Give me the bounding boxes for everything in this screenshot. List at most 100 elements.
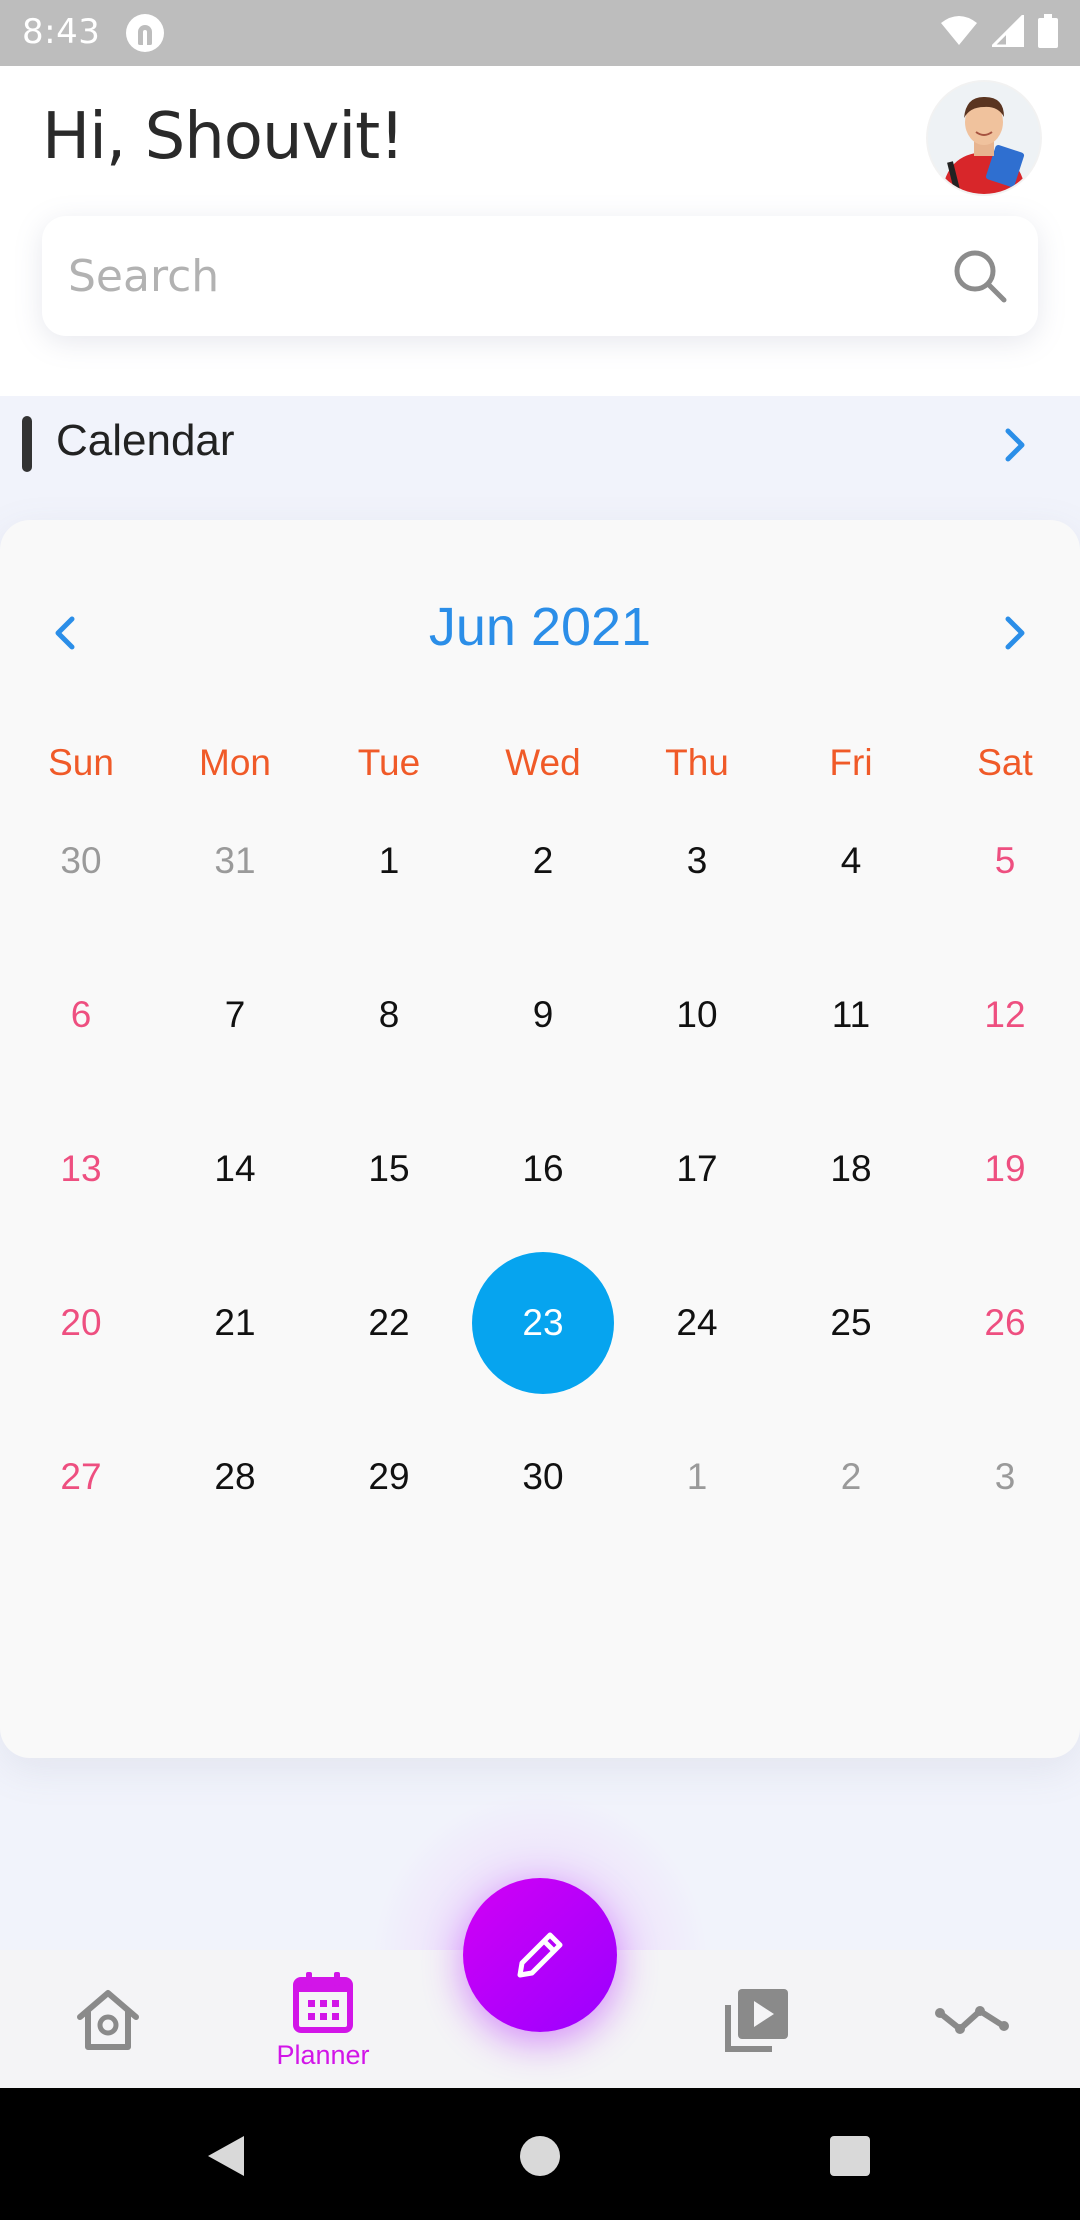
calendar-day[interactable]: 2 [466, 820, 620, 974]
home-icon [77, 1990, 139, 2050]
user-avatar [928, 82, 1040, 194]
calendar-day[interactable]: 5 [928, 820, 1080, 974]
back-icon[interactable] [202, 2132, 250, 2180]
nav-item-planner[interactable]: Planner [243, 1950, 403, 2088]
recents-icon[interactable] [826, 2132, 874, 2180]
calendar-day-number: 16 [522, 1148, 564, 1189]
calendar-day[interactable]: 3 [620, 820, 774, 974]
calendar-day-number: 19 [984, 1148, 1026, 1189]
calendar-day[interactable]: 3 [928, 1436, 1080, 1590]
calendar-week-row: 27 28 29 30 1 2 3 [0, 1436, 1080, 1590]
section-accent-bar [22, 416, 32, 472]
calendar-week-row: 6 7 8 9 10 11 12 [0, 974, 1080, 1128]
compose-fab-button[interactable] [463, 1878, 617, 2032]
nav-label-planner: Planner [276, 2039, 370, 2070]
calendar-day[interactable]: 7 [158, 974, 312, 1128]
battery-icon [1038, 14, 1058, 48]
weekday-label: Wed [505, 742, 581, 783]
search-input[interactable] [68, 216, 928, 336]
calendar-section-header: Calendar [0, 396, 1080, 516]
calendar-day-number: 14 [214, 1148, 256, 1189]
calendar-day-number: 1 [378, 840, 400, 881]
status-icons [940, 14, 1058, 48]
calendar-day[interactable]: 21 [158, 1282, 312, 1436]
calendar-day[interactable]: 19 [928, 1128, 1080, 1282]
search-icon[interactable] [950, 246, 1010, 306]
calendar-day-number: 1 [686, 1456, 708, 1497]
calendar-day[interactable]: 1 [620, 1436, 774, 1590]
calendar-day-number: 29 [368, 1456, 410, 1497]
calendar-day[interactable]: 24 [620, 1282, 774, 1436]
home-circle-icon[interactable] [516, 2132, 564, 2180]
calendar-day-number: 9 [532, 994, 554, 1035]
calendar-day[interactable]: 22 [312, 1282, 466, 1436]
calendar-day[interactable]: 27 [4, 1436, 158, 1590]
weekday-label: Fri [829, 742, 873, 783]
section-title: Calendar [56, 416, 235, 465]
pencil-icon [517, 1932, 563, 1978]
calendar-day[interactable]: 17 [620, 1128, 774, 1282]
calendar-day[interactable]: 2 [774, 1436, 928, 1590]
avatar[interactable] [928, 82, 1040, 194]
calendar-day-number: 18 [830, 1148, 872, 1189]
calendar-day[interactable]: 26 [928, 1282, 1080, 1436]
calendar-card: Jun 2021 Sun Mon Tue Wed Thu Fri Sat 30 3… [0, 520, 1080, 1758]
weekday-label: Thu [665, 742, 729, 783]
calendar-day-number: 28 [214, 1456, 256, 1497]
calendar-day-selected[interactable]: 23 [466, 1252, 620, 1436]
calendar-day-number: 6 [70, 994, 92, 1035]
chevron-right-icon[interactable] [990, 420, 1040, 470]
activity-icon [935, 2006, 1009, 2034]
calendar-day[interactable]: 20 [4, 1282, 158, 1436]
calendar-day-number: 15 [368, 1148, 410, 1189]
calendar-day[interactable]: 28 [158, 1436, 312, 1590]
calendar-day[interactable]: 1 [312, 820, 466, 974]
calendar-month-label: Jun 2021 [428, 597, 652, 657]
calendar-day-number: 5 [994, 840, 1016, 881]
notification-app-icon [126, 14, 164, 52]
calendar-day[interactable]: 8 [312, 974, 466, 1128]
calendar-day[interactable]: 30 [4, 820, 158, 974]
system-navigation-bar [0, 2088, 1080, 2220]
calendar-day-number: 7 [224, 994, 246, 1035]
video-library-icon [725, 1989, 788, 2052]
calendar-day[interactable]: 10 [620, 974, 774, 1128]
calendar-day-number: 20 [60, 1302, 102, 1343]
calendar-day-number: 30 [60, 840, 102, 881]
calendar-day-number: 2 [532, 840, 554, 881]
calendar-day[interactable]: 14 [158, 1128, 312, 1282]
signal-icon [992, 15, 1024, 47]
calendar-day[interactable]: 31 [158, 820, 312, 974]
calendar-day[interactable]: 13 [4, 1128, 158, 1282]
calendar-day[interactable]: 30 [466, 1436, 620, 1590]
calendar-day[interactable]: 11 [774, 974, 928, 1128]
nav-item-home[interactable] [28, 1950, 188, 2088]
calendar-day-number: 17 [676, 1148, 718, 1189]
calendar-day[interactable]: 4 [774, 820, 928, 974]
calendar-day[interactable]: 6 [4, 974, 158, 1128]
nav-item-activity[interactable] [892, 1950, 1052, 2088]
status-bar: 8:43 [0, 0, 1080, 66]
calendar-day[interactable]: 12 [928, 974, 1080, 1128]
calendar-day[interactable]: 18 [774, 1128, 928, 1282]
calendar-day[interactable]: 9 [466, 974, 620, 1128]
weekday-label: Sat [977, 742, 1033, 783]
wifi-icon [941, 16, 977, 45]
calendar-day-number: 3 [994, 1456, 1016, 1497]
chevron-right-icon[interactable] [990, 608, 1040, 658]
calendar-day[interactable]: 29 [312, 1436, 466, 1590]
nav-item-videos[interactable] [676, 1950, 836, 2088]
calendar-day-number: 25 [830, 1302, 872, 1343]
greeting-title: Hi, Shouvit! [42, 100, 405, 174]
calendar-day-number: 30 [522, 1456, 564, 1497]
calendar-day-number: 23 [472, 1252, 614, 1394]
weekday-label: Mon [199, 742, 271, 783]
calendar-day-number: 13 [60, 1148, 102, 1189]
search-box[interactable] [42, 216, 1038, 336]
weekday-label: Sun [48, 742, 114, 783]
calendar-day[interactable]: 15 [312, 1128, 466, 1282]
calendar-day-number: 2 [840, 1456, 862, 1497]
calendar-day[interactable]: 25 [774, 1282, 928, 1436]
header: Hi, Shouvit! [0, 66, 1080, 396]
status-time: 8:43 [22, 12, 101, 52]
